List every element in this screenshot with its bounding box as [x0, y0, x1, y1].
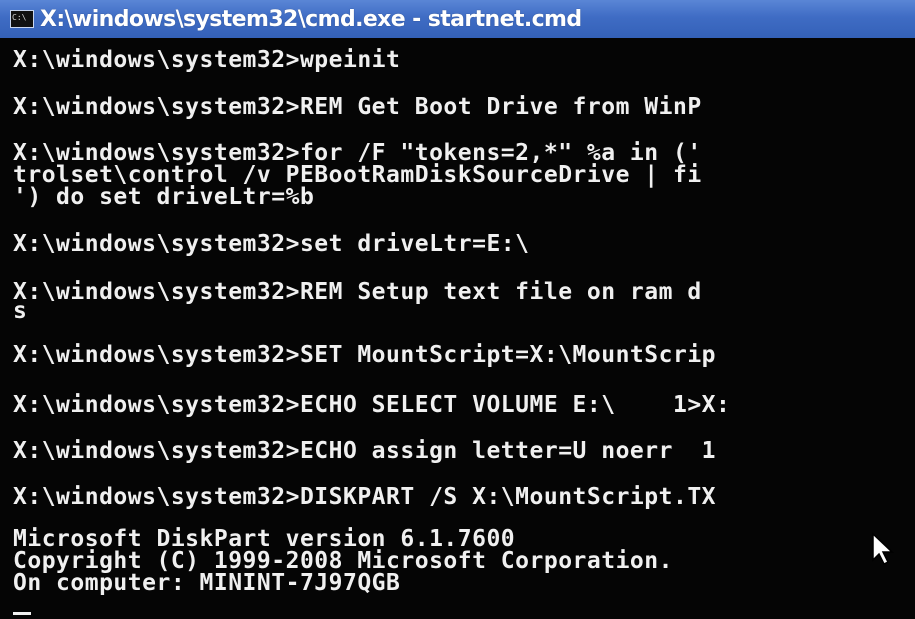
- text-cursor: [13, 612, 31, 615]
- console-line: X:\windows\system32>wpeinit: [13, 47, 401, 73]
- console-line: X:\windows\system32>SET MountScript=X:\M…: [13, 342, 717, 368]
- console-line: X:\windows\system32>set driveLtr=E:\: [13, 231, 530, 257]
- console-line: Copyright (C) 1999-2008 Microsoft Corpor…: [13, 548, 673, 574]
- cmd-window: X:\windows\system32\cmd.exe - startnet.c…: [0, 0, 915, 619]
- console-line: X:\windows\system32>ECHO SELECT VOLUME E…: [13, 392, 731, 418]
- console-line: trolset\control /v PEBootRamDiskSourceDr…: [13, 162, 702, 188]
- mouse-pointer-icon: [872, 532, 894, 566]
- console-line: X:\windows\system32>REM Setup text file …: [13, 279, 702, 305]
- console-line: X:\windows\system32>DISKPART /S X:\Mount…: [13, 484, 717, 510]
- console-line: Microsoft DiskPart version 6.1.7600: [13, 526, 516, 552]
- console-line: X:\windows\system32>ECHO assign letter=U…: [13, 438, 717, 464]
- window-title: X:\windows\system32\cmd.exe - startnet.c…: [40, 6, 582, 32]
- console-line: On computer: MININT-7J97QGB: [13, 570, 401, 596]
- console-line: ') do set driveLtr=%b: [13, 184, 315, 210]
- console-icon[interactable]: [10, 10, 34, 28]
- console-line: X:\windows\system32>for /F "tokens=2,*" …: [13, 140, 702, 166]
- console-line: s: [13, 298, 28, 324]
- console-line: X:\windows\system32>REM Get Boot Drive f…: [13, 94, 702, 120]
- console-output[interactable]: X:\windows\system32>wpeinit X:\windows\s…: [0, 38, 915, 619]
- title-bar[interactable]: X:\windows\system32\cmd.exe - startnet.c…: [0, 0, 915, 38]
